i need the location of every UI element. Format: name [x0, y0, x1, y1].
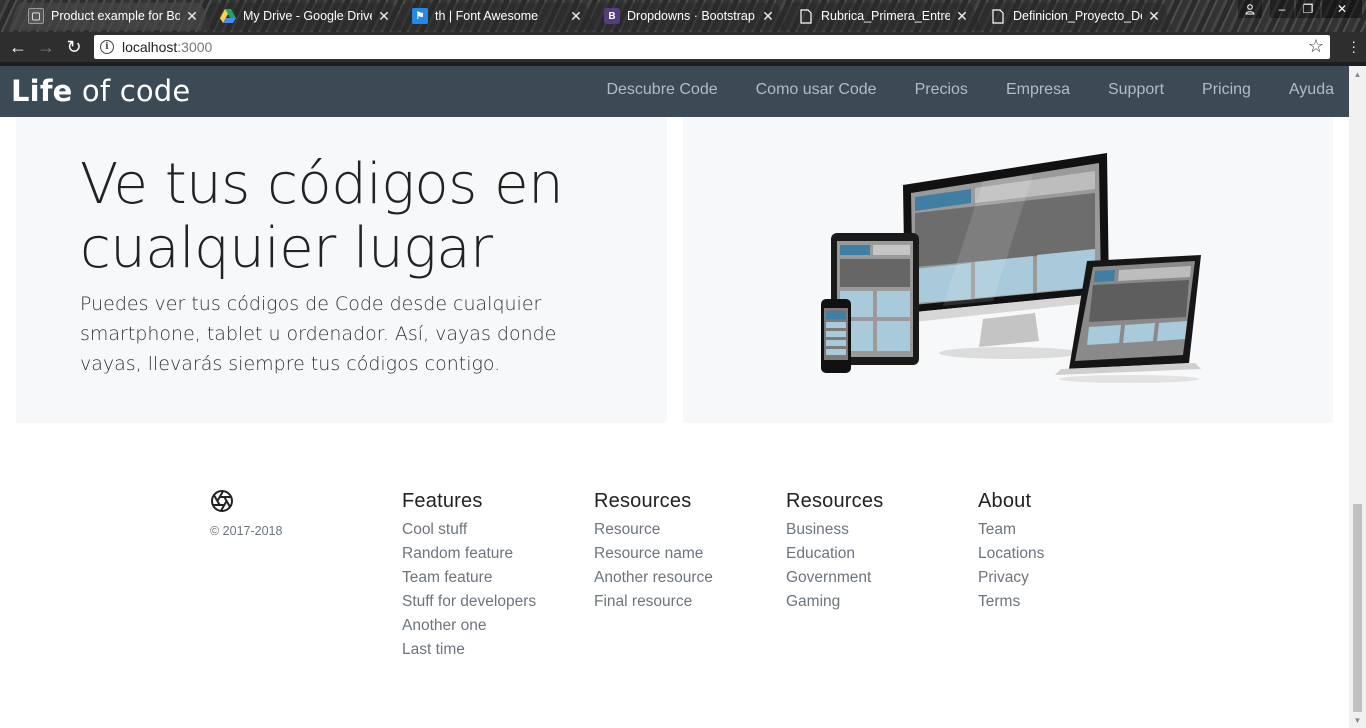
nav-link-pricing[interactable]: Pricing	[1202, 81, 1251, 99]
tab-title: Rubrica_Primera_Entrega	[821, 9, 950, 23]
minimize-icon[interactable]: ‒	[1270, 0, 1294, 18]
close-icon[interactable]: ✕	[568, 8, 584, 25]
browser-tab[interactable]: ▢ Product example for Boo ✕	[9, 2, 211, 31]
footer-link[interactable]: Cool stuff	[402, 518, 582, 542]
reload-icon[interactable]: ↻	[60, 33, 88, 61]
footer-column-resources-2: Resources Business Education Government …	[786, 490, 966, 614]
site-brand[interactable]: Life of code	[11, 74, 190, 108]
document-icon	[798, 8, 814, 24]
tab-title: My Drive - Google Drive	[243, 9, 372, 23]
restore-icon[interactable]: ❐	[1296, 0, 1320, 18]
footer-column-about: About Team Locations Privacy Terms	[978, 490, 1158, 614]
footer-link[interactable]: Team	[978, 518, 1158, 542]
close-icon[interactable]: ✕	[1146, 8, 1162, 25]
back-icon[interactable]: ←	[4, 33, 32, 61]
profile-icon[interactable]	[1238, 0, 1262, 18]
site-navbar: Life of code Descubre Code Como usar Cod…	[0, 66, 1349, 117]
hero-title: Ve tus códigos en cualquier lugar	[80, 152, 564, 281]
page-scrollbar[interactable]: ▲ ▼	[1349, 66, 1366, 728]
copyright-text: © 2017-2018	[210, 524, 283, 538]
footer-link[interactable]: Another resource	[594, 566, 774, 590]
site-nav-links: Descubre Code Como usar Code Precios Emp…	[568, 81, 1334, 99]
tab-title: th | Font Awesome	[435, 9, 539, 23]
forward-icon[interactable]: →	[32, 33, 60, 61]
footer-link[interactable]: Privacy	[978, 566, 1158, 590]
footer-link[interactable]: Resource	[594, 518, 774, 542]
bookmark-star-icon[interactable]: ☆	[1308, 36, 1324, 57]
footer-link[interactable]: Last time	[402, 638, 582, 662]
browser-tab-strip: ▢ Product example for Boo ✕ My Drive - G…	[0, 0, 1366, 32]
scroll-down-icon[interactable]: ▼	[1349, 712, 1366, 728]
nav-link-empresa[interactable]: Empresa	[1006, 81, 1070, 99]
url-text: localhost:3000	[122, 39, 213, 55]
font-awesome-flag-icon: ⚑	[412, 8, 428, 24]
page-viewport: Life of code Descubre Code Como usar Cod…	[0, 66, 1349, 728]
footer-link[interactable]: Business	[786, 518, 966, 542]
footer-link[interactable]: Locations	[978, 542, 1158, 566]
footer-link[interactable]: Resource name	[594, 542, 774, 566]
close-icon[interactable]: ✕	[760, 8, 776, 25]
browser-tab[interactable]: B Dropdowns · Bootstrap ✕	[585, 2, 787, 31]
footer-link[interactable]: Team feature	[402, 566, 582, 590]
info-icon[interactable]: i	[100, 40, 114, 54]
hero-text-panel: Ve tus códigos en cualquier lugar Puedes…	[16, 117, 667, 423]
close-icon[interactable]: ✕	[954, 8, 970, 25]
close-icon[interactable]: ✕	[184, 8, 200, 25]
browser-menu-icon[interactable]: · · ·	[1351, 34, 1356, 58]
nav-link-como-usar-code[interactable]: Como usar Code	[756, 81, 877, 99]
url-field[interactable]: i localhost:3000 ☆	[94, 35, 1330, 59]
nav-link-support[interactable]: Support	[1108, 81, 1164, 99]
close-window-icon[interactable]: ✕	[1322, 0, 1362, 18]
bootstrap-page-icon: ▢	[28, 8, 44, 24]
tab-title: Definicion_Proyecto_Des	[1013, 9, 1142, 23]
footer-column-resources: Resources Resource Resource name Another…	[594, 490, 774, 614]
footer-link[interactable]: Random feature	[402, 542, 582, 566]
footer-column-title: Resources	[786, 490, 884, 512]
browser-tab[interactable]: Rubrica_Primera_Entrega ✕	[779, 2, 981, 31]
document-icon	[990, 8, 1006, 24]
browser-tab[interactable]: ⚑ th | Font Awesome ✕	[393, 2, 595, 31]
bootstrap-b-icon: B	[604, 8, 620, 24]
footer-link[interactable]: Final resource	[594, 590, 774, 614]
footer-link[interactable]: Education	[786, 542, 966, 566]
nav-link-descubre-code[interactable]: Descubre Code	[606, 81, 717, 99]
footer-column-title: About	[978, 490, 1032, 512]
tab-title: Product example for Boo	[51, 9, 180, 23]
footer-link[interactable]: Government	[786, 566, 966, 590]
close-icon[interactable]: ✕	[376, 8, 392, 25]
browser-tab[interactable]: My Drive - Google Drive ✕	[201, 2, 403, 31]
responsive-devices-illustration	[821, 153, 1201, 383]
address-bar: ← → ↻ i localhost:3000 ☆ · · ·	[0, 32, 1366, 62]
scroll-up-icon[interactable]: ▲	[1349, 66, 1366, 82]
footer-link[interactable]: Gaming	[786, 590, 966, 614]
site-footer: © 2017-2018 Features Cool stuff Random f…	[0, 486, 1349, 726]
scrollbar-thumb[interactable]	[1353, 504, 1362, 712]
browser-tab[interactable]: Definicion_Proyecto_Des ✕	[971, 2, 1173, 31]
footer-link[interactable]: Another one	[402, 614, 582, 638]
hero-image-panel	[683, 117, 1333, 423]
footer-column-title: Resources	[594, 490, 692, 512]
google-drive-icon	[220, 8, 236, 24]
footer-column-title: Features	[402, 490, 483, 512]
footer-column-features: Features Cool stuff Random feature Team …	[402, 490, 582, 662]
tab-title: Dropdowns · Bootstrap	[627, 9, 755, 23]
nav-link-precios[interactable]: Precios	[915, 81, 968, 99]
footer-link[interactable]: Stuff for developers	[402, 590, 582, 614]
nav-link-ayuda[interactable]: Ayuda	[1289, 81, 1334, 99]
hero-description: Puedes ver tus códigos de Code desde cua…	[80, 293, 557, 375]
footer-link[interactable]: Terms	[978, 590, 1158, 614]
aperture-logo-icon	[211, 490, 233, 512]
